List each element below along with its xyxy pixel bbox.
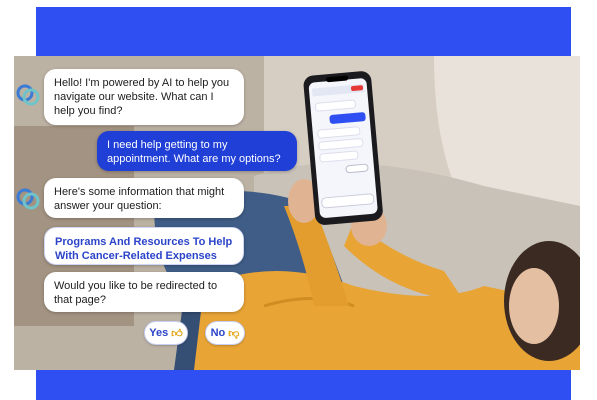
background-photo: Hello! I'm powered by AI to help you nav…	[14, 56, 580, 370]
no-button[interactable]: No 👎︎	[205, 321, 245, 345]
yes-label: Yes	[149, 327, 169, 339]
yes-button[interactable]: Yes 👍︎	[144, 321, 188, 345]
chatbot-logo-icon	[16, 188, 40, 210]
thumbs-down-icon: 👎︎	[228, 327, 240, 340]
no-label: No	[210, 327, 226, 339]
user-message-bubble: I need help getting to my appointment. W…	[97, 131, 297, 171]
resource-link[interactable]: Programs And Resources To Help With Canc…	[44, 227, 244, 265]
thumbs-up-icon: 👍︎	[171, 327, 183, 340]
bot-info-bubble: Here's some information that might answe…	[44, 178, 244, 218]
chatbot-logo-icon	[16, 84, 40, 106]
bot-greeting-bubble: Hello! I'm powered by AI to help you nav…	[44, 69, 244, 125]
top-blue-band	[36, 7, 571, 56]
bottom-blue-band	[36, 370, 571, 400]
bot-redirect-bubble: Would you like to be redirected to that …	[44, 272, 244, 312]
